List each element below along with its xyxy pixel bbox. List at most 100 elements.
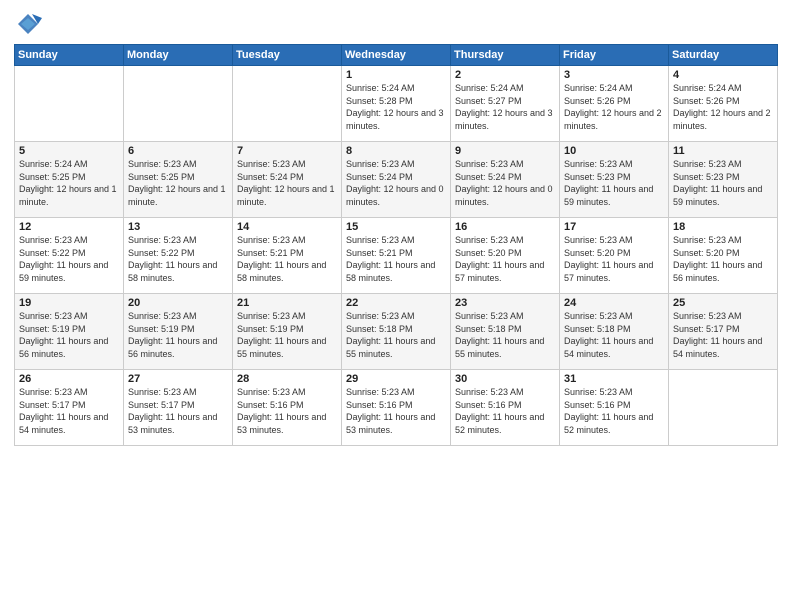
- day-info: Sunrise: 5:23 AMSunset: 5:20 PMDaylight:…: [455, 234, 556, 284]
- day-info: Sunrise: 5:23 AMSunset: 5:24 PMDaylight:…: [346, 158, 447, 208]
- calendar-cell: 20Sunrise: 5:23 AMSunset: 5:19 PMDayligh…: [124, 294, 233, 370]
- calendar-cell: 8Sunrise: 5:23 AMSunset: 5:24 PMDaylight…: [342, 142, 451, 218]
- calendar-cell: 9Sunrise: 5:23 AMSunset: 5:24 PMDaylight…: [451, 142, 560, 218]
- day-number: 14: [237, 221, 338, 233]
- calendar-week-row: 26Sunrise: 5:23 AMSunset: 5:17 PMDayligh…: [15, 370, 778, 446]
- day-info: Sunrise: 5:23 AMSunset: 5:22 PMDaylight:…: [128, 234, 229, 284]
- day-number: 12: [19, 221, 120, 233]
- day-info: Sunrise: 5:23 AMSunset: 5:20 PMDaylight:…: [673, 234, 774, 284]
- day-number: 20: [128, 297, 229, 309]
- day-number: 2: [455, 69, 556, 81]
- calendar-cell: 18Sunrise: 5:23 AMSunset: 5:20 PMDayligh…: [669, 218, 778, 294]
- day-info: Sunrise: 5:23 AMSunset: 5:24 PMDaylight:…: [455, 158, 556, 208]
- calendar-cell: 10Sunrise: 5:23 AMSunset: 5:23 PMDayligh…: [560, 142, 669, 218]
- day-info: Sunrise: 5:23 AMSunset: 5:16 PMDaylight:…: [237, 386, 338, 436]
- calendar-cell: 23Sunrise: 5:23 AMSunset: 5:18 PMDayligh…: [451, 294, 560, 370]
- day-number: 30: [455, 373, 556, 385]
- day-number: 4: [673, 69, 774, 81]
- calendar-cell: 29Sunrise: 5:23 AMSunset: 5:16 PMDayligh…: [342, 370, 451, 446]
- calendar-week-row: 12Sunrise: 5:23 AMSunset: 5:22 PMDayligh…: [15, 218, 778, 294]
- day-info: Sunrise: 5:23 AMSunset: 5:16 PMDaylight:…: [346, 386, 447, 436]
- calendar-cell: 12Sunrise: 5:23 AMSunset: 5:22 PMDayligh…: [15, 218, 124, 294]
- calendar-week-row: 1Sunrise: 5:24 AMSunset: 5:28 PMDaylight…: [15, 66, 778, 142]
- day-info: Sunrise: 5:23 AMSunset: 5:19 PMDaylight:…: [237, 310, 338, 360]
- calendar-cell: 17Sunrise: 5:23 AMSunset: 5:20 PMDayligh…: [560, 218, 669, 294]
- calendar-cell: 1Sunrise: 5:24 AMSunset: 5:28 PMDaylight…: [342, 66, 451, 142]
- day-number: 11: [673, 145, 774, 157]
- calendar-cell: 5Sunrise: 5:24 AMSunset: 5:25 PMDaylight…: [15, 142, 124, 218]
- day-number: 29: [346, 373, 447, 385]
- day-number: 17: [564, 221, 665, 233]
- day-number: 8: [346, 145, 447, 157]
- day-info: Sunrise: 5:24 AMSunset: 5:26 PMDaylight:…: [673, 82, 774, 132]
- day-number: 24: [564, 297, 665, 309]
- day-info: Sunrise: 5:23 AMSunset: 5:18 PMDaylight:…: [564, 310, 665, 360]
- calendar-cell: 27Sunrise: 5:23 AMSunset: 5:17 PMDayligh…: [124, 370, 233, 446]
- calendar-container: SundayMondayTuesdayWednesdayThursdayFrid…: [0, 0, 792, 612]
- day-number: 18: [673, 221, 774, 233]
- day-number: 6: [128, 145, 229, 157]
- day-info: Sunrise: 5:23 AMSunset: 5:16 PMDaylight:…: [564, 386, 665, 436]
- logo-icon: [14, 10, 42, 38]
- day-info: Sunrise: 5:23 AMSunset: 5:18 PMDaylight:…: [346, 310, 447, 360]
- day-number: 23: [455, 297, 556, 309]
- day-info: Sunrise: 5:23 AMSunset: 5:21 PMDaylight:…: [346, 234, 447, 284]
- calendar-body: 1Sunrise: 5:24 AMSunset: 5:28 PMDaylight…: [15, 66, 778, 446]
- day-number: 26: [19, 373, 120, 385]
- calendar-cell: 4Sunrise: 5:24 AMSunset: 5:26 PMDaylight…: [669, 66, 778, 142]
- weekday-header: Saturday: [669, 45, 778, 66]
- calendar-cell: [233, 66, 342, 142]
- day-number: 19: [19, 297, 120, 309]
- calendar-table: SundayMondayTuesdayWednesdayThursdayFrid…: [14, 44, 778, 446]
- calendar-cell: 15Sunrise: 5:23 AMSunset: 5:21 PMDayligh…: [342, 218, 451, 294]
- calendar-cell: 6Sunrise: 5:23 AMSunset: 5:25 PMDaylight…: [124, 142, 233, 218]
- calendar-cell: 14Sunrise: 5:23 AMSunset: 5:21 PMDayligh…: [233, 218, 342, 294]
- calendar-week-row: 5Sunrise: 5:24 AMSunset: 5:25 PMDaylight…: [15, 142, 778, 218]
- day-info: Sunrise: 5:23 AMSunset: 5:20 PMDaylight:…: [564, 234, 665, 284]
- calendar-cell: 21Sunrise: 5:23 AMSunset: 5:19 PMDayligh…: [233, 294, 342, 370]
- calendar-cell: 26Sunrise: 5:23 AMSunset: 5:17 PMDayligh…: [15, 370, 124, 446]
- weekday-row: SundayMondayTuesdayWednesdayThursdayFrid…: [15, 45, 778, 66]
- day-number: 9: [455, 145, 556, 157]
- calendar-cell: 24Sunrise: 5:23 AMSunset: 5:18 PMDayligh…: [560, 294, 669, 370]
- day-info: Sunrise: 5:23 AMSunset: 5:16 PMDaylight:…: [455, 386, 556, 436]
- weekday-header: Tuesday: [233, 45, 342, 66]
- calendar-cell: 7Sunrise: 5:23 AMSunset: 5:24 PMDaylight…: [233, 142, 342, 218]
- calendar-cell: 2Sunrise: 5:24 AMSunset: 5:27 PMDaylight…: [451, 66, 560, 142]
- day-info: Sunrise: 5:24 AMSunset: 5:25 PMDaylight:…: [19, 158, 120, 208]
- day-number: 13: [128, 221, 229, 233]
- calendar-cell: [669, 370, 778, 446]
- day-number: 25: [673, 297, 774, 309]
- header: [14, 10, 778, 38]
- day-number: 21: [237, 297, 338, 309]
- day-info: Sunrise: 5:23 AMSunset: 5:19 PMDaylight:…: [128, 310, 229, 360]
- day-number: 31: [564, 373, 665, 385]
- weekday-header: Wednesday: [342, 45, 451, 66]
- calendar-cell: [124, 66, 233, 142]
- calendar-week-row: 19Sunrise: 5:23 AMSunset: 5:19 PMDayligh…: [15, 294, 778, 370]
- day-info: Sunrise: 5:24 AMSunset: 5:28 PMDaylight:…: [346, 82, 447, 132]
- day-number: 3: [564, 69, 665, 81]
- day-info: Sunrise: 5:23 AMSunset: 5:22 PMDaylight:…: [19, 234, 120, 284]
- calendar-cell: 11Sunrise: 5:23 AMSunset: 5:23 PMDayligh…: [669, 142, 778, 218]
- day-info: Sunrise: 5:23 AMSunset: 5:24 PMDaylight:…: [237, 158, 338, 208]
- calendar-cell: 16Sunrise: 5:23 AMSunset: 5:20 PMDayligh…: [451, 218, 560, 294]
- calendar-cell: 25Sunrise: 5:23 AMSunset: 5:17 PMDayligh…: [669, 294, 778, 370]
- day-number: 7: [237, 145, 338, 157]
- day-number: 27: [128, 373, 229, 385]
- day-info: Sunrise: 5:23 AMSunset: 5:23 PMDaylight:…: [564, 158, 665, 208]
- day-number: 10: [564, 145, 665, 157]
- day-info: Sunrise: 5:24 AMSunset: 5:26 PMDaylight:…: [564, 82, 665, 132]
- calendar-cell: 3Sunrise: 5:24 AMSunset: 5:26 PMDaylight…: [560, 66, 669, 142]
- weekday-header: Friday: [560, 45, 669, 66]
- calendar-cell: 13Sunrise: 5:23 AMSunset: 5:22 PMDayligh…: [124, 218, 233, 294]
- day-info: Sunrise: 5:23 AMSunset: 5:17 PMDaylight:…: [19, 386, 120, 436]
- day-info: Sunrise: 5:23 AMSunset: 5:25 PMDaylight:…: [128, 158, 229, 208]
- logo: [14, 10, 46, 38]
- calendar-cell: 30Sunrise: 5:23 AMSunset: 5:16 PMDayligh…: [451, 370, 560, 446]
- weekday-header: Thursday: [451, 45, 560, 66]
- weekday-header: Sunday: [15, 45, 124, 66]
- day-info: Sunrise: 5:23 AMSunset: 5:19 PMDaylight:…: [19, 310, 120, 360]
- day-info: Sunrise: 5:23 AMSunset: 5:21 PMDaylight:…: [237, 234, 338, 284]
- calendar-cell: 31Sunrise: 5:23 AMSunset: 5:16 PMDayligh…: [560, 370, 669, 446]
